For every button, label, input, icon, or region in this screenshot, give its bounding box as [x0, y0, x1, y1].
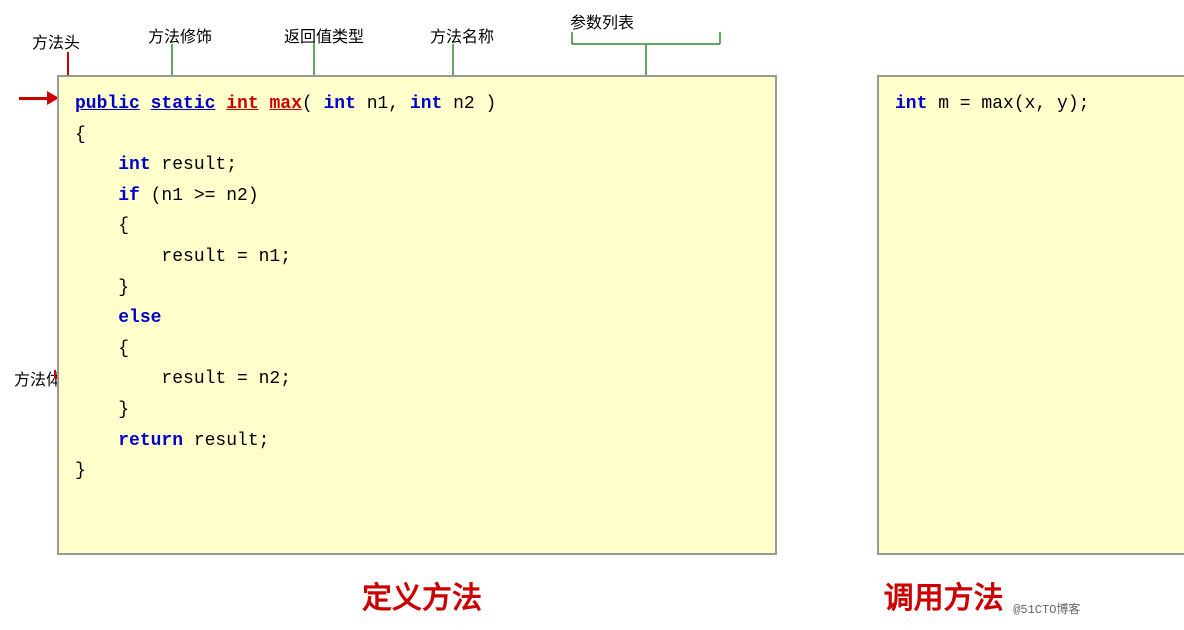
result-decl-type: int — [118, 155, 150, 175]
method-head-text: 方法头 — [32, 34, 80, 52]
return-type-int: int — [226, 94, 258, 114]
call-int-keyword: int — [895, 94, 927, 114]
define-label: 定义方法 — [362, 582, 482, 615]
main-container: 方法头 方法修饰 返回值类型 方法名称 参数列表 方法体 — [0, 0, 1184, 630]
left-code-box: public static int max( int n1, int n2 ) … — [57, 75, 777, 555]
define-label-container: 定义方法 — [57, 573, 787, 617]
param1-type: int — [323, 94, 355, 114]
param2-type: int — [410, 94, 442, 114]
svg-text:方法修饰: 方法修饰 — [148, 28, 212, 46]
right-section: int m = max(x, y); — [837, 75, 1177, 555]
bottom-labels: 定义方法 调用方法 @51CTO博客 — [57, 573, 1177, 617]
static-keyword: static — [151, 94, 216, 114]
watermark: @51CTO博客 — [1013, 603, 1080, 617]
svg-text:方法体: 方法体 — [14, 371, 62, 389]
method-name-max: max — [269, 94, 301, 114]
return-keyword: return — [118, 431, 183, 451]
call-label: 调用方法 — [884, 582, 1004, 615]
method-head-arrow — [19, 91, 59, 105]
call-label-container: 调用方法 @51CTO博客 — [787, 573, 1177, 617]
right-code-box: int m = max(x, y); — [877, 75, 1184, 555]
svg-text:返回值类型: 返回值类型 — [284, 28, 364, 46]
else-keyword: else — [118, 308, 161, 328]
svg-text:参数列表: 参数列表 — [570, 14, 634, 32]
svg-text:方法名称: 方法名称 — [430, 28, 494, 46]
public-keyword: public — [75, 94, 140, 114]
if-keyword: if — [118, 186, 140, 206]
left-section: public static int max( int n1, int n2 ) … — [57, 75, 787, 555]
